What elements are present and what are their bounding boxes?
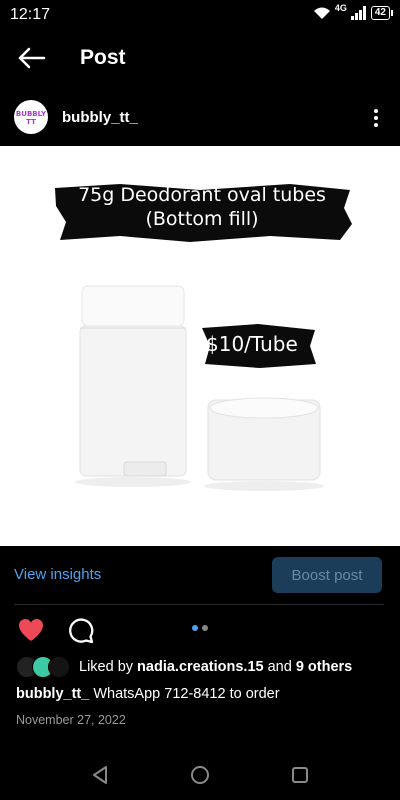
arrow-left-icon[interactable] [16,46,46,70]
signal-icon [350,6,366,20]
nav-recents-icon[interactable] [289,764,311,786]
post-caption: bubbly_tt_ WhatsApp 712-8412 to order [16,686,280,702]
headline-line-2: (Bottom fill) [145,208,259,230]
likes-summary[interactable]: Liked by nadia.creations.15 and 9 others [79,659,352,675]
boost-post-button[interactable]: Boost post [272,557,382,593]
caption-text: WhatsApp 712-8412 to order [93,686,280,702]
likes-user[interactable]: nadia.creations.15 [137,659,264,675]
likes-middle: and [267,659,292,675]
comment-icon[interactable] [67,617,95,645]
author-username[interactable]: bubbly_tt_ [62,109,138,126]
post-headline: 75g Deodorant oval tubes (Bottom fill) [55,183,349,231]
status-bar: 12:17 4G 42 [0,0,400,30]
divider [14,604,384,605]
wifi-icon [313,7,330,19]
top-bar: Post [0,36,400,80]
caption-username[interactable]: bubbly_tt_ [16,686,89,702]
avatar-logo-text: BUBBLY TT [15,110,47,126]
carousel-dot-active [192,625,198,631]
carousel-dot [202,625,208,631]
headline-line-1: 75g Deodorant oval tubes [78,184,326,206]
more-vertical-icon[interactable] [368,108,384,128]
nav-back-icon[interactable] [89,764,111,786]
status-icons: 4G 42 [313,3,394,20]
carousel-indicator [192,625,208,631]
liker-avatar-3 [48,656,70,678]
post-author-row: BUBBLY TT bubbly_tt_ [0,98,400,138]
post-date: November 27, 2022 [16,713,126,727]
avatar[interactable]: BUBBLY TT [14,100,48,134]
liker-avatars[interactable] [16,656,72,678]
page-title: Post [80,46,126,69]
price-label: $10/Tube [206,332,298,356]
status-time: 12:17 [10,6,51,23]
view-insights-link[interactable]: View insights [14,566,101,583]
network-type: 4G [334,3,347,13]
likes-others[interactable]: 9 others [296,659,352,675]
battery-indicator: 42 [370,6,394,20]
likes-prefix: Liked by [79,659,134,675]
heart-icon[interactable] [17,617,45,643]
nav-home-icon[interactable] [189,764,211,786]
system-nav-bar [0,752,400,800]
